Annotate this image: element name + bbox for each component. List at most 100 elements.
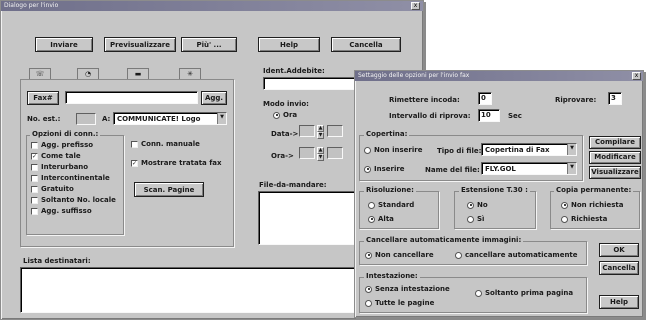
retry-busy-input[interactable]: 0 xyxy=(478,92,492,105)
fax-number-input[interactable] xyxy=(65,91,198,104)
tab-network[interactable]: ✳ xyxy=(179,68,201,79)
date-label: Data-> xyxy=(271,130,299,138)
view-button[interactable]: Visualizzare xyxy=(589,166,641,179)
send-dialog-titlebar: Dialogo per l'invio x xyxy=(1,1,423,11)
spin-up-icon[interactable]: ▲ xyxy=(317,147,324,154)
spin-up-icon[interactable]: ▲ xyxy=(317,125,324,132)
file-name-select[interactable]: FLY.GOL ▼ xyxy=(481,162,577,175)
spin-down-icon[interactable]: ▼ xyxy=(317,154,324,161)
conn-option-add-suffix[interactable]: Agg. suffisso xyxy=(31,207,116,215)
t30-extension-group xyxy=(454,191,536,229)
compile-button[interactable]: Compilare xyxy=(589,136,641,149)
time-input[interactable] xyxy=(299,147,315,159)
time-label: Ora-> xyxy=(271,152,294,160)
header-all-pages-radio[interactable]: Tutte le pagine xyxy=(365,299,434,307)
close-icon[interactable]: x xyxy=(411,2,420,10)
resolution-group xyxy=(359,191,439,229)
show-fax-dialed-checkbox[interactable]: ✓ Mostrare tratata fax xyxy=(131,159,221,167)
tab-monitor[interactable]: ▬ xyxy=(127,68,149,79)
to-label: A: xyxy=(102,115,111,123)
checkbox[interactable] xyxy=(31,196,38,204)
cover-insert-radio[interactable]: Inserire xyxy=(364,165,405,173)
conn-option-as-is[interactable]: ✓ Come tale xyxy=(31,152,116,160)
add-button[interactable]: Agg. xyxy=(201,91,227,105)
conn-option-local-only[interactable]: Soltanto No. locale xyxy=(31,196,116,204)
tab-fax[interactable]: ☏ xyxy=(29,68,51,79)
copy-required-radio[interactable]: Richiesta xyxy=(561,215,607,223)
fax-icon: ☏ xyxy=(35,70,45,78)
phonebook-icon: ◔ xyxy=(84,70,92,78)
auto-delete-no-radio[interactable]: Non cancellare xyxy=(365,251,434,259)
conn-option-toll-free[interactable]: Gratuito xyxy=(31,185,116,193)
checkbox[interactable] xyxy=(31,174,38,182)
permanent-copy-title: Copia permanente: xyxy=(554,186,634,194)
cover-no-insert-radio[interactable]: Non inserire xyxy=(364,146,422,154)
t30-yes-radio[interactable]: Sì xyxy=(467,215,484,223)
network-icon: ✳ xyxy=(187,70,193,78)
checkbox[interactable] xyxy=(31,163,38,171)
send-mode-label: Modo invio: xyxy=(263,100,309,108)
copy-not-required-radio[interactable]: Non richiesta xyxy=(561,201,623,209)
help-button[interactable]: Help xyxy=(258,37,320,52)
retry-interval-label: Intervallo di riprova: xyxy=(389,112,471,120)
ident-input[interactable] xyxy=(263,77,359,90)
tab-phonebook[interactable]: ◔ xyxy=(77,68,99,79)
help-button[interactable]: Help xyxy=(599,295,639,309)
recipient-select[interactable]: COMMUNICATE! Logo ▼ xyxy=(113,112,227,125)
chevron-down-icon[interactable]: ▼ xyxy=(567,163,576,174)
resolution-high-radio[interactable]: Alta xyxy=(368,215,394,223)
fax-options-dialog: Settaggio delle opzioni per l'invio fax … xyxy=(354,70,644,318)
auto-delete-title: Cancellare automaticamente immagini: xyxy=(364,236,524,244)
close-icon[interactable]: x xyxy=(632,72,641,80)
resolution-title: Risoluzione: xyxy=(364,186,416,194)
retry-input[interactable]: 3 xyxy=(608,92,622,105)
checkbox[interactable] xyxy=(31,207,38,215)
conn-option-add-prefix[interactable]: Agg. prefisso xyxy=(31,141,116,149)
permanent-copy-group xyxy=(550,191,640,229)
auto-delete-yes-radio[interactable]: cancellare automaticamente xyxy=(455,251,578,259)
seconds-label: Sec xyxy=(508,112,522,120)
files-to-send-label: File-da-mandare: xyxy=(259,181,327,189)
retry-busy-value: 0 xyxy=(481,94,486,102)
checkbox[interactable] xyxy=(31,185,38,193)
send-button[interactable]: Inviare xyxy=(35,37,93,52)
checkbox[interactable] xyxy=(31,141,38,149)
conn-option-long-distance[interactable]: Interurbano xyxy=(31,163,116,171)
retry-value: 3 xyxy=(611,94,616,102)
retry-busy-label: Rimettere incoda: xyxy=(389,96,460,104)
connection-options-list: Agg. prefisso ✓ Come tale Interurbano Int… xyxy=(31,141,116,215)
resolution-standard-radio[interactable]: Standard xyxy=(368,201,414,209)
extension-input[interactable] xyxy=(76,113,96,125)
date-spinner[interactable]: ▲ ▼ xyxy=(317,125,324,139)
time-input-2[interactable] xyxy=(327,147,343,159)
modify-button[interactable]: Modificare xyxy=(589,151,641,164)
ident-label: Ident.Addebite: xyxy=(263,67,325,75)
retry-interval-input[interactable]: 10 xyxy=(478,109,500,122)
date-input-2[interactable] xyxy=(327,125,343,137)
spin-down-icon[interactable]: ▼ xyxy=(317,132,324,139)
date-input[interactable] xyxy=(299,125,315,137)
chevron-down-icon[interactable]: ▼ xyxy=(567,144,576,155)
send-mode-now-radio[interactable]: Ora xyxy=(273,111,297,119)
checkbox-checked[interactable]: ✓ xyxy=(31,152,38,160)
ok-button[interactable]: OK xyxy=(599,243,639,257)
time-spinner[interactable]: ▲ ▼ xyxy=(317,147,324,161)
extension-label: No. est.: xyxy=(27,115,61,123)
retry-label: Riprovare: xyxy=(555,96,597,104)
manual-connection-checkbox[interactable]: Conn. manuale xyxy=(131,140,200,148)
t30-no-radio[interactable]: No xyxy=(467,201,488,209)
cancel-button[interactable]: Cancella xyxy=(331,37,401,52)
header-first-page-radio[interactable]: Soltanto prima pagina xyxy=(475,289,573,297)
scan-pages-button[interactable]: Scan. Pagine xyxy=(134,182,204,197)
send-dialog-title: Dialogo per l'invio xyxy=(4,2,59,9)
fax-number-button[interactable]: Fax# xyxy=(27,91,59,105)
recipients-list[interactable] xyxy=(20,267,358,313)
more-button[interactable]: Più' ... xyxy=(181,37,237,52)
conn-option-international[interactable]: Intercontinentale xyxy=(31,174,116,182)
preview-button[interactable]: Previsualizzare xyxy=(104,37,176,52)
files-to-send-list[interactable] xyxy=(258,191,358,245)
chevron-down-icon[interactable]: ▼ xyxy=(217,113,226,124)
file-type-select[interactable]: Copertina di Fax ▼ xyxy=(481,143,577,156)
cancel-button[interactable]: Cancella xyxy=(599,261,639,275)
header-none-radio[interactable]: Senza intestazione xyxy=(365,285,450,293)
